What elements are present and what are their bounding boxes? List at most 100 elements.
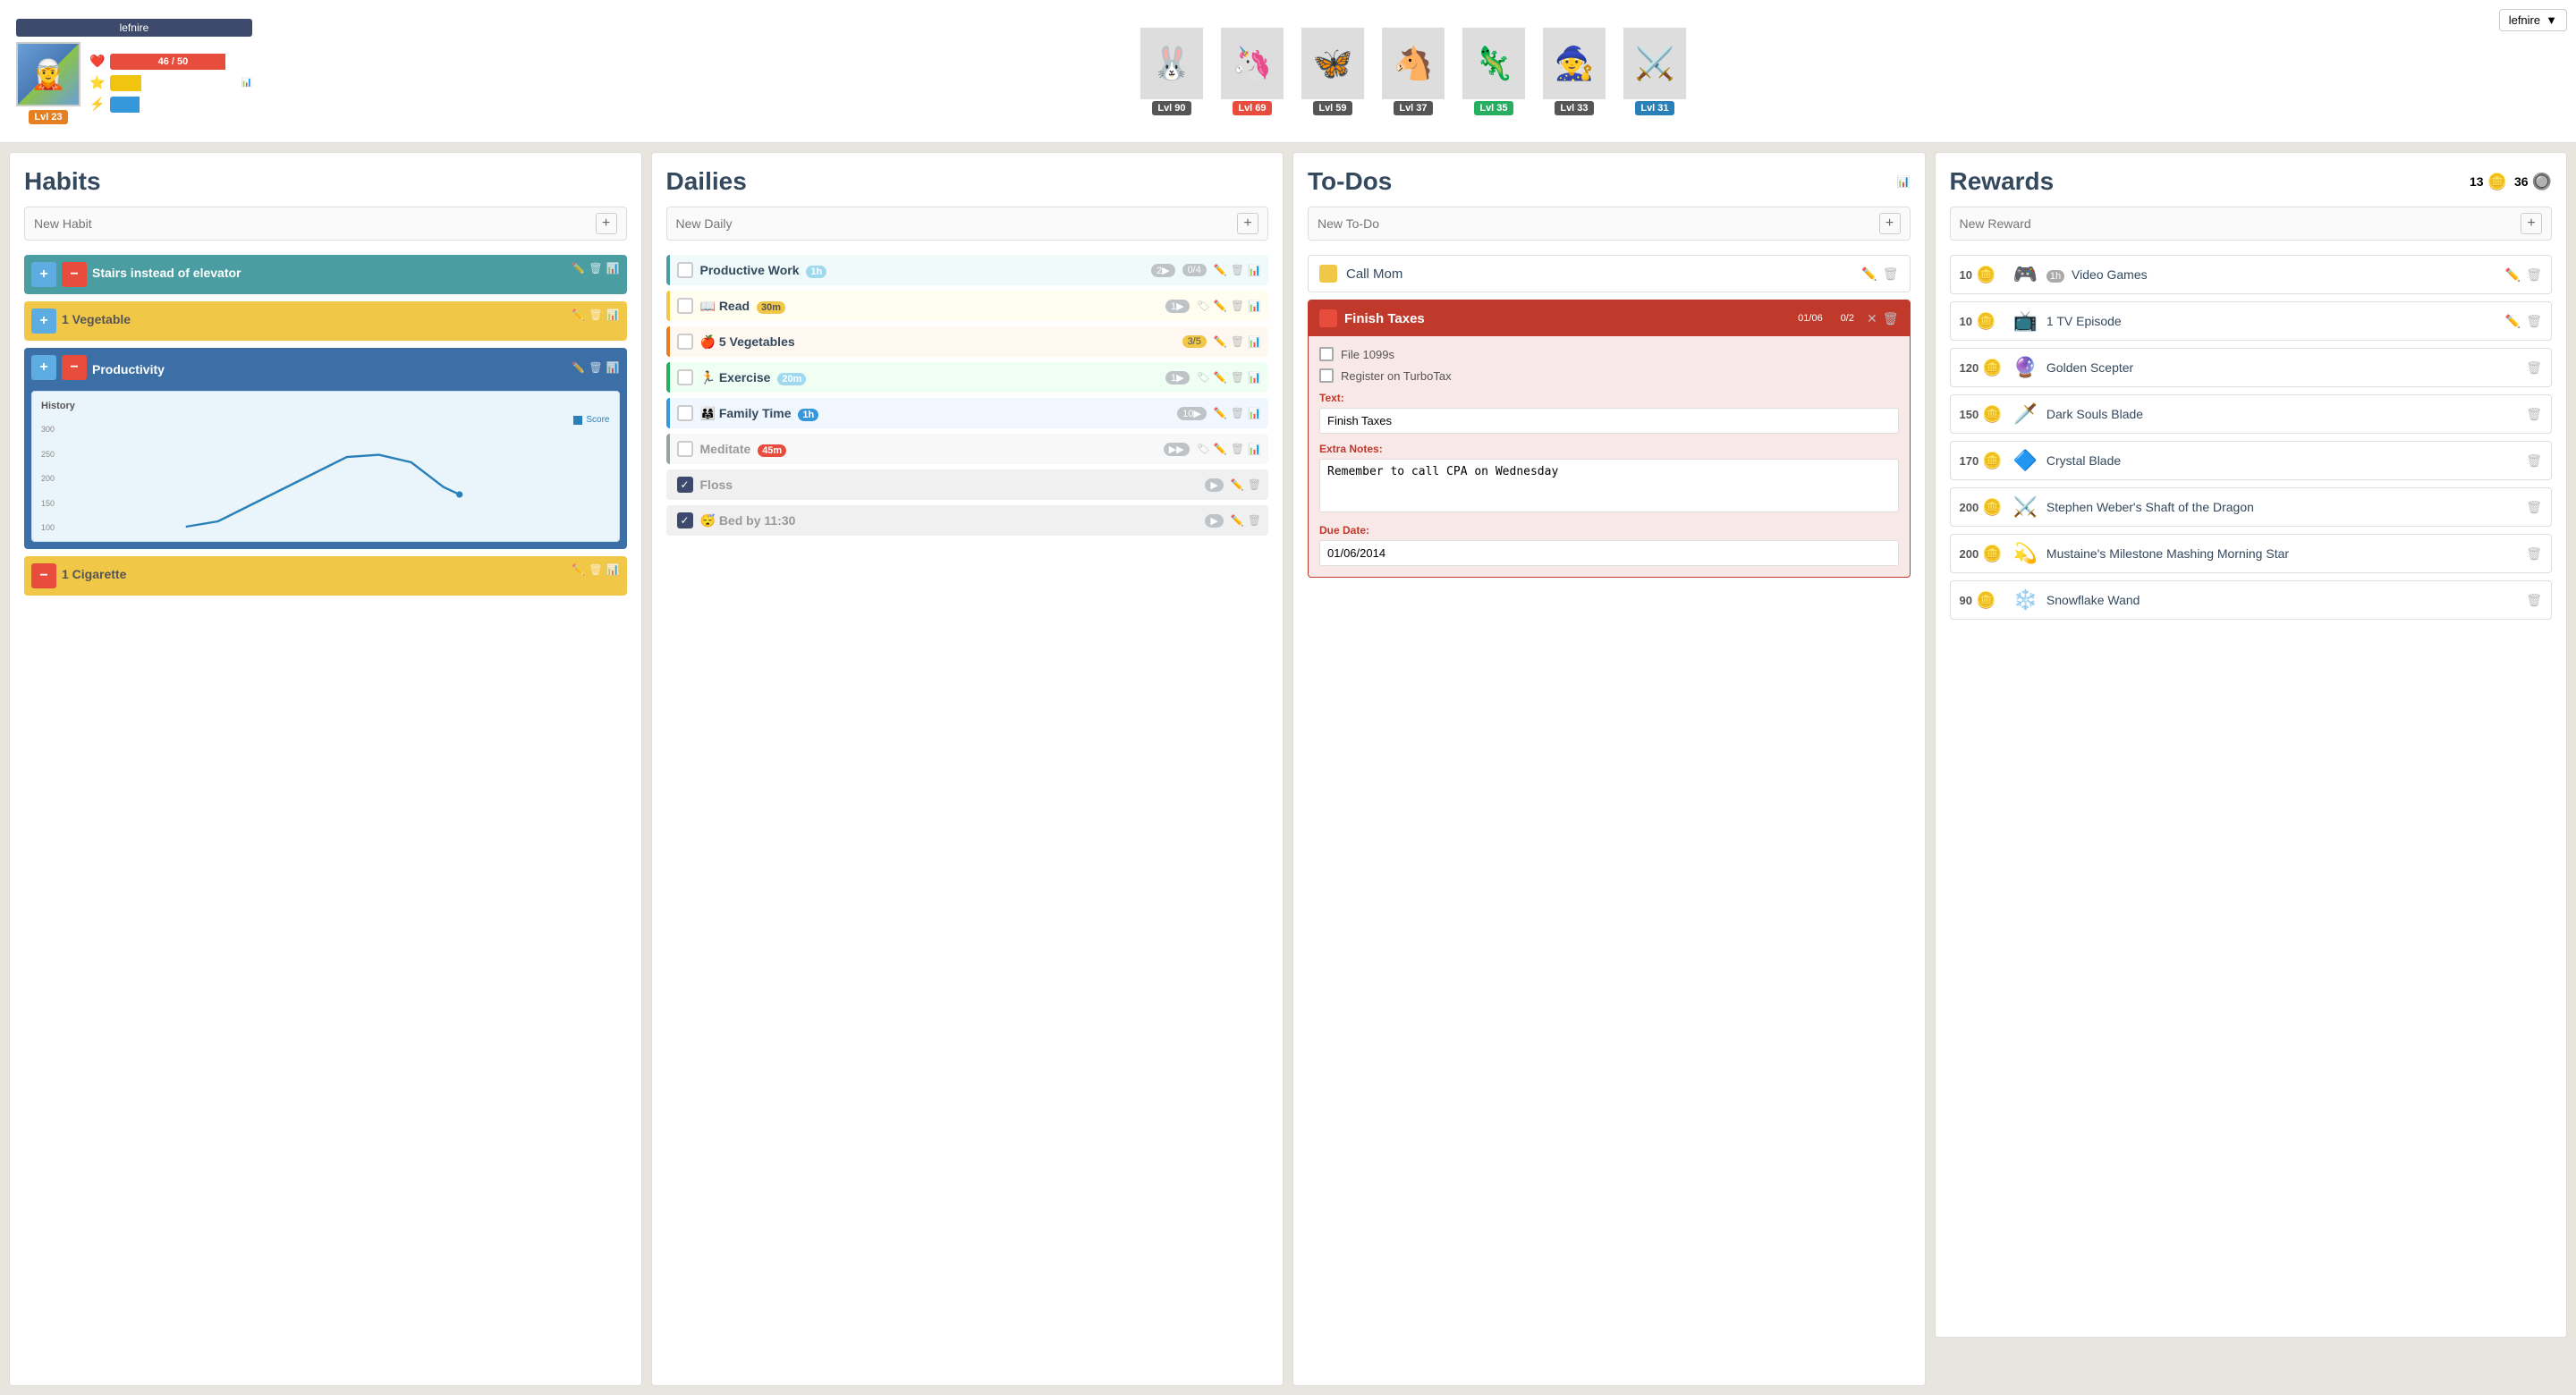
edit-icon[interactable]: ✏️ — [1214, 407, 1227, 419]
trash-icon[interactable]: 🗑 — [1883, 266, 1899, 282]
new-reward-input[interactable] — [1960, 216, 2514, 231]
reward-icon: 🔮 — [2013, 356, 2038, 379]
daily-checkbox[interactable]: ✓ — [677, 512, 693, 528]
edit-icon[interactable]: ✏️ — [572, 563, 585, 576]
edit-icon[interactable]: ✏️ — [1214, 371, 1227, 384]
chart-icon[interactable]: 📊 — [1248, 300, 1261, 312]
tag-icon[interactable]: 🏷 — [1197, 300, 1210, 312]
daily-checkbox[interactable] — [677, 298, 693, 314]
party-character[interactable]: 🦄Lvl 69 — [1221, 28, 1284, 115]
habit-minus-button[interactable]: − — [62, 262, 87, 287]
trash-icon[interactable]: 🗑 — [2526, 360, 2542, 376]
trash-icon[interactable]: 🗑 — [589, 262, 602, 275]
new-daily-input[interactable] — [676, 216, 1231, 231]
chart-icon[interactable]: 📊 — [606, 309, 620, 321]
daily-checkbox[interactable]: ✓ — [677, 477, 693, 493]
todo-checkbox[interactable] — [1319, 309, 1337, 327]
habit-minus-button[interactable]: − — [62, 355, 87, 380]
user-menu[interactable]: lefnire ▼ — [2499, 9, 2567, 31]
tag-icon[interactable]: 🏷 — [1197, 371, 1210, 384]
trash-icon[interactable]: 🗑 — [589, 361, 602, 374]
todo-notes-field[interactable]: Remember to call CPA on Wednesday — [1319, 459, 1899, 512]
edit-icon[interactable]: ✏️ — [1214, 335, 1227, 348]
trash-icon[interactable]: 🗑 — [1248, 514, 1261, 527]
edit-icon[interactable]: ✏️ — [572, 309, 585, 321]
add-todo-button[interactable]: + — [1879, 213, 1901, 234]
trash-icon[interactable]: 🗑 — [2526, 546, 2542, 562]
trash-icon[interactable]: 🗑 — [2526, 407, 2542, 422]
chart-icon[interactable]: 📊 — [1897, 175, 1911, 188]
chart-icon[interactable]: 📊 — [606, 262, 620, 275]
party-character[interactable]: 🦋Lvl 59 — [1301, 28, 1364, 115]
chart-icon[interactable]: 📊 — [1248, 443, 1261, 455]
edit-icon[interactable]: ✏️ — [1231, 478, 1244, 491]
party-character[interactable]: 🐴Lvl 37 — [1382, 28, 1445, 115]
reward-name: Mustaine's Milestone Mashing Morning Sta… — [2046, 546, 2517, 561]
trash-icon[interactable]: 🗑 — [589, 309, 602, 321]
trash-icon[interactable]: 🗑 — [2526, 453, 2542, 469]
habit-minus-button[interactable]: − — [31, 563, 56, 588]
party-character[interactable]: 🐰Lvl 90 — [1140, 28, 1203, 115]
trash-icon[interactable]: 🗑 — [1231, 300, 1244, 312]
trash-icon[interactable]: 🗑 — [2526, 500, 2542, 515]
edit-icon[interactable]: ✏️ — [2505, 314, 2521, 329]
reward-item: 90 🪙 ❄️ Snowflake Wand 🗑 — [1950, 580, 2553, 620]
daily-streak: 1▶ — [1165, 371, 1190, 385]
edit-icon[interactable]: ✏️ — [1214, 300, 1227, 312]
daily-checkbox[interactable] — [677, 262, 693, 278]
trash-icon[interactable]: 🗑 — [1231, 443, 1244, 455]
habit-plus-button[interactable]: + — [31, 262, 56, 287]
daily-icons: ✏️ 🗑 📊 — [1214, 335, 1261, 348]
chart-icon[interactable]: 📊 — [1248, 371, 1261, 384]
edit-icon[interactable]: ✏️ — [1214, 443, 1227, 455]
habit-plus-button[interactable]: + — [31, 309, 56, 334]
daily-checkbox[interactable] — [677, 369, 693, 385]
chart-icon[interactable]: 📊 — [606, 361, 620, 374]
daily-name: 😴 Bed by 11:30 — [700, 513, 1199, 528]
trash-icon[interactable]: 🗑 — [1231, 264, 1244, 276]
edit-icon[interactable]: ✏️ — [572, 361, 585, 374]
chart-icon[interactable]: 📊 — [1248, 407, 1261, 419]
party-character[interactable]: ⚔️Lvl 31 — [1623, 28, 1686, 115]
chart-icon[interactable]: 📊 — [1248, 335, 1261, 348]
habit-plus-button[interactable]: + — [31, 355, 56, 380]
tag-icon[interactable]: 🏷 — [1197, 443, 1210, 455]
todos-add-row: + — [1308, 207, 1911, 241]
chart-icon[interactable]: 📊 — [606, 563, 620, 576]
trash-icon[interactable]: 🗑 — [2526, 267, 2542, 283]
trash-icon[interactable]: 🗑 — [1231, 371, 1244, 384]
close-icon[interactable]: ✕ — [1867, 311, 1877, 326]
add-reward-button[interactable]: + — [2521, 213, 2542, 234]
subtask-checkbox[interactable] — [1319, 368, 1334, 383]
todo-checkbox[interactable] — [1319, 265, 1337, 283]
trash-icon[interactable]: 🗑 — [1231, 407, 1244, 419]
add-daily-button[interactable]: + — [1237, 213, 1258, 234]
trash-icon[interactable]: 🗑 — [1883, 311, 1899, 326]
edit-icon[interactable]: ✏️ — [1231, 514, 1244, 527]
trash-icon[interactable]: 🗑 — [2526, 593, 2542, 608]
todo-date-field[interactable] — [1319, 540, 1899, 566]
daily-checkbox[interactable] — [677, 334, 693, 350]
chart-icon[interactable]: 📊 — [1248, 264, 1261, 276]
trash-icon[interactable]: 🗑 — [2526, 314, 2542, 329]
daily-item: Productive Work 1h 2▶ 0/4 ✏️ 🗑 📊 — [666, 255, 1269, 285]
new-todo-input[interactable] — [1318, 216, 1872, 231]
trash-icon[interactable]: 🗑 — [1248, 478, 1261, 491]
daily-checkbox[interactable] — [677, 405, 693, 421]
edit-icon[interactable]: ✏️ — [2505, 267, 2521, 283]
avatar[interactable]: 🧝 — [16, 42, 80, 106]
edit-icon[interactable]: ✏️ — [1214, 264, 1227, 276]
new-habit-input[interactable] — [34, 216, 589, 231]
trash-icon[interactable]: 🗑 — [589, 563, 602, 576]
subtask-checkbox[interactable] — [1319, 347, 1334, 361]
add-habit-button[interactable]: + — [596, 213, 617, 234]
party-character[interactable]: 🧙Lvl 33 — [1543, 28, 1606, 115]
daily-checkbox[interactable] — [677, 441, 693, 457]
todo-label: Call Mom — [1346, 266, 1852, 282]
edit-icon[interactable]: ✏️ — [572, 262, 585, 275]
edit-icon[interactable]: ✏️ — [1861, 266, 1877, 282]
y-label: 150 — [41, 499, 55, 508]
todo-text-field[interactable] — [1319, 408, 1899, 434]
party-character[interactable]: 🦎Lvl 35 — [1462, 28, 1525, 115]
trash-icon[interactable]: 🗑 — [1231, 335, 1244, 348]
